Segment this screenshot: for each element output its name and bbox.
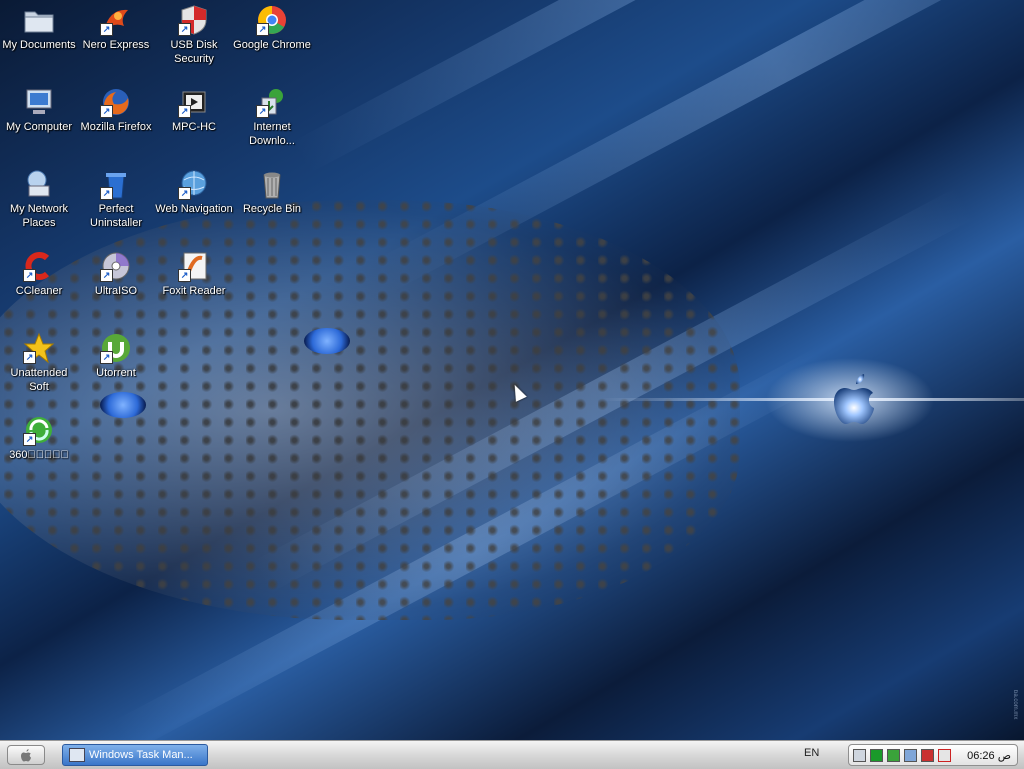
- shortcut-arrow-icon: ↗: [256, 23, 269, 36]
- icon-label: USB Disk Security: [170, 39, 218, 65]
- network-cable-icon[interactable]: [853, 748, 866, 762]
- icon-label: Foxit Reader: [162, 285, 226, 297]
- monitor-tray-icon[interactable]: [904, 748, 917, 762]
- icon-label: Google Chrome: [233, 39, 311, 51]
- pdf-icon: ↗: [178, 250, 210, 282]
- trashcan-blue-icon: ↗: [100, 168, 132, 200]
- download-icon: ↗: [256, 86, 288, 118]
- desktop-icon-ultraiso[interactable]: ↗ UltraISO: [77, 250, 155, 298]
- icon-label: My Documents: [2, 39, 76, 51]
- icon-label: UltraISO: [94, 285, 138, 297]
- apple-icon: [21, 749, 31, 762]
- wallpaper-leopard-eye: [304, 328, 350, 354]
- shortcut-arrow-icon: ↗: [23, 433, 36, 446]
- desktop-icon-usb-disk-security[interactable]: ↗ USB Disk Security: [155, 4, 233, 66]
- desktop-icon-my-documents[interactable]: My Documents: [0, 4, 78, 52]
- desktop-icon-perfect-uninstaller[interactable]: ↗ Perfect Uninstaller: [77, 168, 155, 230]
- taskbar-button-label: Windows Task Man...: [89, 749, 193, 761]
- taskbar: Windows Task Man... EN ص 06:26: [0, 740, 1024, 769]
- utorrent-icon: ↗: [100, 332, 132, 364]
- green-square-icon[interactable]: [870, 748, 883, 762]
- shield-tray-icon[interactable]: [938, 748, 951, 762]
- chrome-icon: ↗: [256, 4, 288, 36]
- desktop-icon-utorrent[interactable]: ↗ Utorrent: [77, 332, 155, 380]
- desktop-wallpaper: ba.com.mx My Documents ↗ Nero Express ↗ …: [0, 0, 1024, 740]
- icon-label: Unattended Soft: [10, 367, 68, 393]
- desktop-icon-internet-download[interactable]: ↗ Internet Downlo...: [233, 86, 311, 148]
- wallpaper-watermark: ba.com.mx: [1012, 690, 1018, 720]
- desktop-icon-google-chrome[interactable]: ↗ Google Chrome: [233, 4, 311, 52]
- film-icon: ↗: [178, 86, 210, 118]
- icon-label: Perfect Uninstaller: [90, 203, 142, 229]
- desktop-icon-mpc-hc[interactable]: ↗ MPC-HC: [155, 86, 233, 134]
- start-button[interactable]: [7, 745, 45, 765]
- icon-label: 360     : [9, 449, 69, 461]
- desktop-icon-recycle-bin[interactable]: Recycle Bin: [233, 168, 311, 216]
- 360-icon: ↗: [23, 414, 55, 446]
- shortcut-arrow-icon: ↗: [100, 269, 113, 282]
- clock[interactable]: ص 06:26: [967, 749, 1011, 762]
- network-icon: [23, 168, 55, 200]
- icon-label: CCleaner: [15, 285, 63, 297]
- nero-icon: ↗: [100, 4, 132, 36]
- wallpaper-leopard-eye: [100, 392, 146, 418]
- star-icon: ↗: [23, 332, 55, 364]
- icon-label: Web Navigation: [155, 203, 233, 215]
- icon-label: Mozilla Firefox: [80, 121, 152, 133]
- shortcut-arrow-icon: ↗: [23, 269, 36, 282]
- desktop-icon-web-navigation[interactable]: ↗ Web Navigation: [155, 168, 233, 216]
- shortcut-arrow-icon: ↗: [100, 105, 113, 118]
- shortcut-arrow-icon: ↗: [23, 351, 36, 364]
- icon-label: Recycle Bin: [242, 203, 302, 215]
- shortcut-arrow-icon: ↗: [178, 105, 191, 118]
- desktop-icon-nero-express[interactable]: ↗ Nero Express: [77, 4, 155, 52]
- wallpaper-apple-logo: [834, 374, 874, 424]
- icon-label: Utorrent: [96, 367, 136, 379]
- desktop-icon-unattended-soft[interactable]: ↗ Unattended Soft: [0, 332, 78, 394]
- shortcut-arrow-icon: ↗: [100, 351, 113, 364]
- globe-icon: ↗: [178, 168, 210, 200]
- computer-icon: [23, 86, 55, 118]
- desktop-icon-foxit-reader[interactable]: ↗ Foxit Reader: [155, 250, 233, 298]
- disc-icon: ↗: [100, 250, 132, 282]
- task-manager-icon: [69, 748, 85, 762]
- shortcut-arrow-icon: ↗: [178, 269, 191, 282]
- desktop-icon-my-computer[interactable]: My Computer: [0, 86, 78, 134]
- icon-label: My Network Places: [9, 203, 69, 229]
- desktop-icon-mozilla-firefox[interactable]: ↗ Mozilla Firefox: [77, 86, 155, 134]
- firefox-icon: ↗: [100, 86, 132, 118]
- shortcut-arrow-icon: ↗: [100, 23, 113, 36]
- desktop-icon-ccleaner[interactable]: ↗ CCleaner: [0, 250, 78, 298]
- icon-label: My Computer: [5, 121, 73, 133]
- icon-label: Internet Downlo...: [249, 121, 295, 147]
- language-indicator[interactable]: EN: [804, 747, 819, 759]
- desktop-icon-360[interactable]: ↗ 360     : [0, 414, 78, 462]
- folder-icon: [23, 4, 55, 36]
- wallpaper-lens-flare: [600, 398, 1024, 401]
- recycle-bin-icon: [256, 168, 288, 200]
- antivirus-tray-icon[interactable]: [921, 748, 934, 762]
- icon-label: Nero Express: [82, 39, 150, 51]
- shortcut-arrow-icon: ↗: [178, 187, 191, 200]
- shortcut-arrow-icon: ↗: [256, 105, 269, 118]
- ccleaner-icon: ↗: [23, 250, 55, 282]
- shield-icon: ↗: [178, 4, 210, 36]
- taskbar-button-task-manager[interactable]: Windows Task Man...: [62, 744, 208, 766]
- desktop-icon-my-network-places[interactable]: My Network Places: [0, 168, 78, 230]
- icon-label: MPC-HC: [172, 121, 216, 133]
- shortcut-arrow-icon: ↗: [100, 187, 113, 200]
- download-tray-icon[interactable]: [887, 748, 900, 762]
- system-tray: ص 06:26: [848, 744, 1018, 766]
- shortcut-arrow-icon: ↗: [178, 23, 191, 36]
